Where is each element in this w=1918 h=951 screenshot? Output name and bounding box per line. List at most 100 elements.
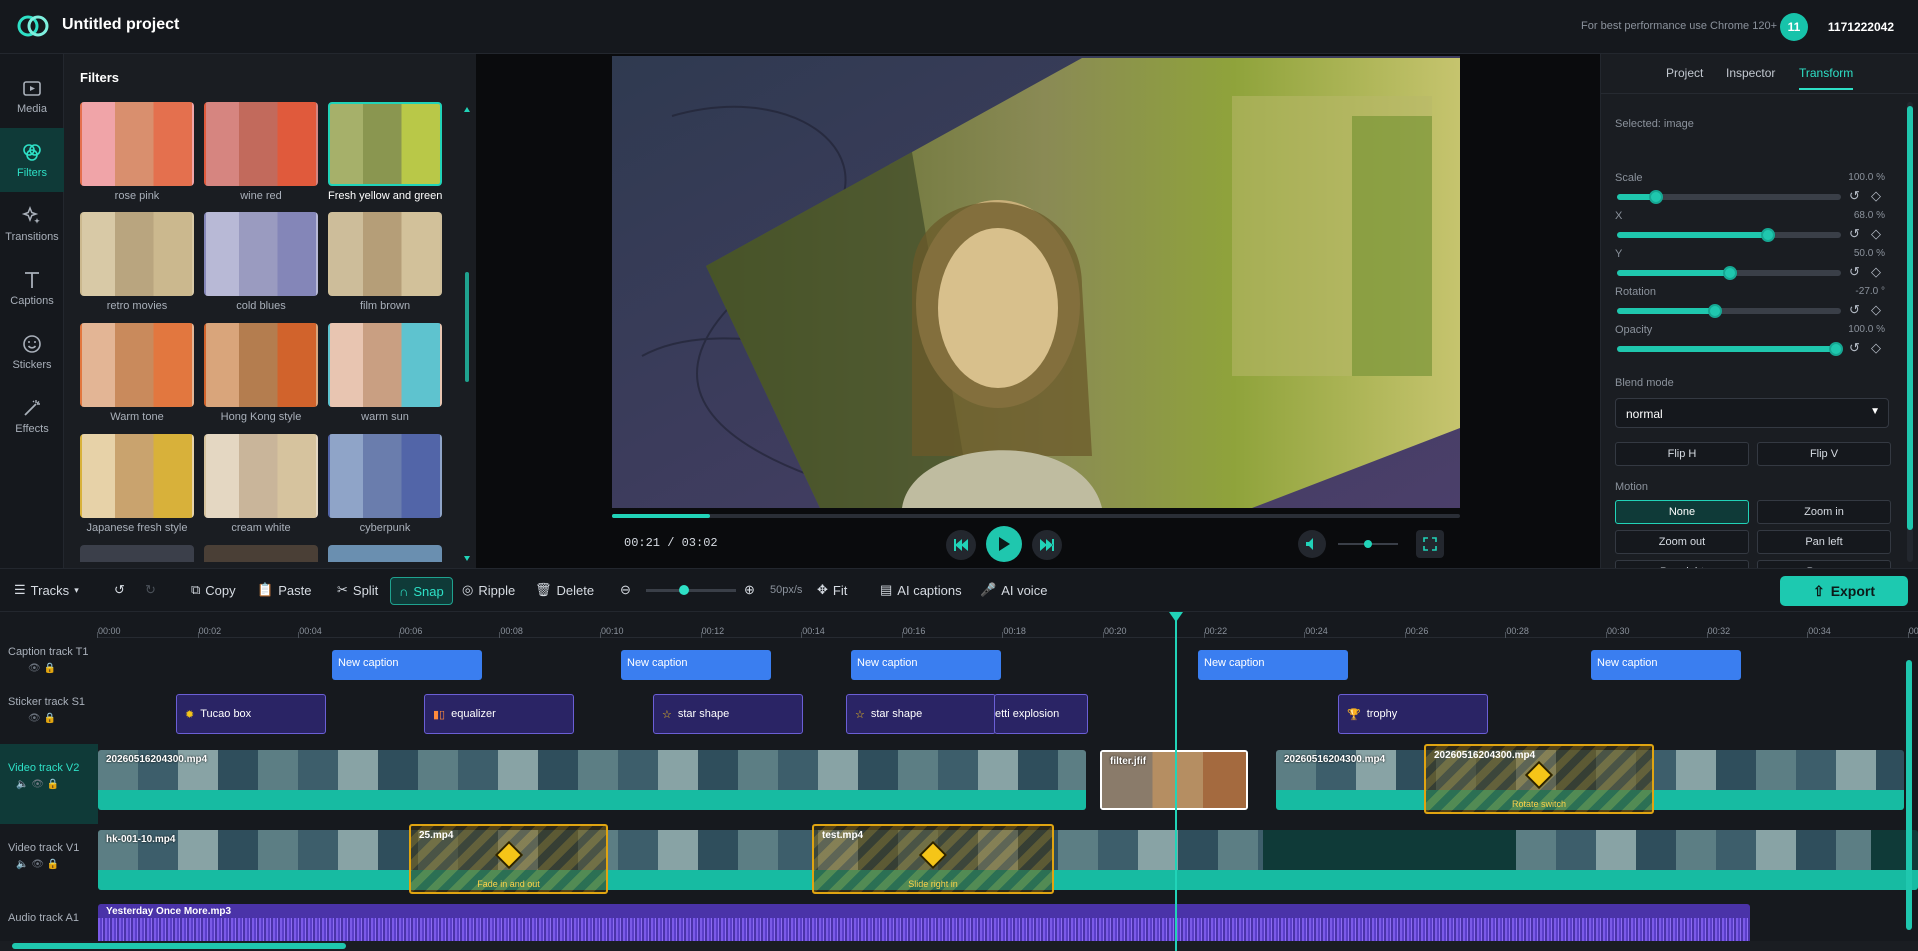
speaker-eye-lock-icon[interactable]: 🔈 👁 🔒 <box>8 859 98 870</box>
tracks-menu[interactable]: ☰ Tracks ▾ <box>14 582 79 598</box>
scrollbar-thumb[interactable] <box>1907 106 1913 530</box>
slider-track[interactable] <box>1617 342 1843 356</box>
filter-item[interactable]: warm sun <box>328 323 442 423</box>
filter-item[interactable]: film brown <box>328 212 442 312</box>
filter-item[interactable]: wine red <box>204 102 318 202</box>
caption-clip[interactable]: New caption <box>332 650 482 680</box>
motion-none-button[interactable]: None <box>1615 500 1749 524</box>
delete-button[interactable]: 🗑 Delete <box>535 582 594 598</box>
nav-media[interactable]: Media <box>0 64 64 128</box>
caption-clip[interactable]: New caption <box>621 650 771 680</box>
volume-knob[interactable] <box>1364 540 1372 548</box>
motion-zoom-out-button[interactable]: Zoom out <box>1615 530 1749 554</box>
filter-item[interactable] <box>80 545 194 562</box>
motion-zoom-in-button[interactable]: Zoom in <box>1757 500 1891 524</box>
sticker-clip[interactable]: ☆ star shape <box>846 694 996 734</box>
user-id[interactable]: 1171222042 <box>1828 20 1894 34</box>
keyframe-icon[interactable]: ◇ <box>1871 264 1881 280</box>
sticker-clip[interactable]: etti explosion <box>994 694 1088 734</box>
zoom-slider[interactable] <box>646 589 736 592</box>
undo-button[interactable]: ↺ <box>114 582 125 598</box>
caption-clip[interactable]: New caption <box>1591 650 1741 680</box>
prop-value[interactable]: 100.0 % <box>1848 324 1885 335</box>
tab-transform[interactable]: Transform <box>1799 66 1854 90</box>
filter-item[interactable]: cyberpunk <box>328 434 442 534</box>
time-ruler[interactable]: 00:00 00:02 00:04 00:06 00:08 00:10 00:12 00:14… <box>97 612 1918 638</box>
tab-inspector[interactable]: Inspector <box>1726 66 1775 80</box>
play-button[interactable] <box>986 526 1022 562</box>
ai-captions-button[interactable]: ▤ AI captions <box>880 582 962 598</box>
ai-voice-button[interactable]: 🎤 AI voice <box>980 582 1047 598</box>
nav-captions[interactable]: Captions <box>0 256 64 320</box>
keyframe-icon[interactable]: ◇ <box>1871 340 1881 356</box>
sticker-clip[interactable]: 🏆 trophy <box>1338 694 1488 734</box>
motion-pan-right-button[interactable]: Pan right <box>1615 560 1749 568</box>
nav-stickers[interactable]: Stickers <box>0 320 64 384</box>
zoom-out-button[interactable]: ⊖ <box>620 582 631 598</box>
project-title[interactable]: Untitled project <box>62 16 179 34</box>
timeline-vertical-scrollbar[interactable] <box>1906 660 1912 930</box>
inspector-scrollbar[interactable] <box>1907 102 1913 562</box>
keyframe-icon[interactable]: ◇ <box>1871 188 1881 204</box>
redo-button[interactable]: ↻ <box>145 582 156 598</box>
zoom-in-button[interactable]: ⊕ <box>744 582 755 598</box>
flip-h-button[interactable]: Flip H <box>1615 442 1749 466</box>
filter-item[interactable] <box>328 545 442 562</box>
video-clip[interactable]: 20260516204300.mp4 <box>98 750 1086 810</box>
motion-pan-up-button[interactable]: Pan up <box>1757 560 1891 568</box>
keyframe-icon[interactable]: ◇ <box>1871 302 1881 318</box>
slider-knob[interactable] <box>1649 190 1663 204</box>
reset-icon[interactable]: ↺ <box>1849 264 1860 280</box>
filter-item[interactable]: retro movies <box>80 212 194 312</box>
copy-button[interactable]: ⧉ Copy <box>191 582 236 598</box>
caption-clip[interactable]: New caption <box>851 650 1001 680</box>
playback-progress[interactable] <box>612 514 1460 518</box>
nav-filters[interactable]: Filters <box>0 128 64 192</box>
sticker-clip[interactable]: ▮▯ equalizer <box>424 694 574 734</box>
split-button[interactable]: ✂ Split <box>337 582 378 598</box>
snap-toggle[interactable]: ∩ Snap <box>390 577 453 605</box>
slider-track[interactable] <box>1617 190 1841 204</box>
preview-canvas[interactable] <box>612 56 1460 508</box>
playhead[interactable] <box>1169 612 1183 951</box>
filter-item[interactable]: Japanese fresh style <box>80 434 194 534</box>
slider-track[interactable] <box>1617 304 1841 318</box>
filter-item[interactable]: cold blues <box>204 212 318 312</box>
tab-project[interactable]: Project <box>1666 66 1703 80</box>
reset-icon[interactable]: ↺ <box>1849 188 1860 204</box>
eye-lock-icon[interactable]: 👁 🔒 <box>8 713 98 724</box>
prop-value[interactable]: 100.0 % <box>1848 172 1885 183</box>
filter-item[interactable]: rose pink <box>80 102 194 202</box>
filter-item[interactable] <box>204 545 318 562</box>
reset-icon[interactable]: ↺ <box>1849 302 1860 318</box>
speaker-eye-lock-icon[interactable]: 🔈 👁 🔒 <box>8 779 98 790</box>
paste-button[interactable]: 📋 Paste <box>257 582 311 598</box>
motion-pan-left-button[interactable]: Pan left <box>1757 530 1891 554</box>
nav-transitions[interactable]: Transitions <box>0 192 64 256</box>
slider-knob[interactable] <box>1708 304 1722 318</box>
scrollbar-thumb[interactable] <box>12 943 346 949</box>
volume-button[interactable] <box>1298 530 1326 558</box>
sticker-clip[interactable]: ✹ Tucao box <box>176 694 326 734</box>
slider-track[interactable] <box>1617 228 1841 242</box>
prop-value[interactable]: 50.0 % <box>1854 248 1885 259</box>
ripple-toggle[interactable]: ◎ Ripple <box>462 582 515 598</box>
nav-effects[interactable]: Effects <box>0 384 64 448</box>
caption-clip[interactable]: New caption <box>1198 650 1348 680</box>
transition-block[interactable]: test.mp4 Slide right in <box>812 824 1054 894</box>
zoom-slider-knob[interactable] <box>679 585 689 595</box>
flip-v-button[interactable]: Flip V <box>1757 442 1891 466</box>
keyframe-icon[interactable]: ◇ <box>1871 226 1881 242</box>
app-logo-icon[interactable] <box>16 13 50 39</box>
transition-block[interactable]: 20260516204300.mp4 Rotate switch <box>1424 744 1654 814</box>
eye-lock-icon[interactable]: 👁 🔒 <box>8 663 98 674</box>
image-clip-selected[interactable]: filter.jfif <box>1100 750 1248 810</box>
filter-item[interactable]: Fresh yellow and green <box>328 102 442 202</box>
filter-item[interactable]: Hong Kong style <box>204 323 318 423</box>
reset-icon[interactable]: ↺ <box>1849 340 1860 356</box>
slider-track[interactable] <box>1617 266 1841 280</box>
slider-knob[interactable] <box>1723 266 1737 280</box>
filter-item[interactable]: cream white <box>204 434 318 534</box>
filters-scrollbar[interactable] <box>463 104 471 564</box>
timeline-horizontal-scrollbar[interactable] <box>0 941 1918 951</box>
